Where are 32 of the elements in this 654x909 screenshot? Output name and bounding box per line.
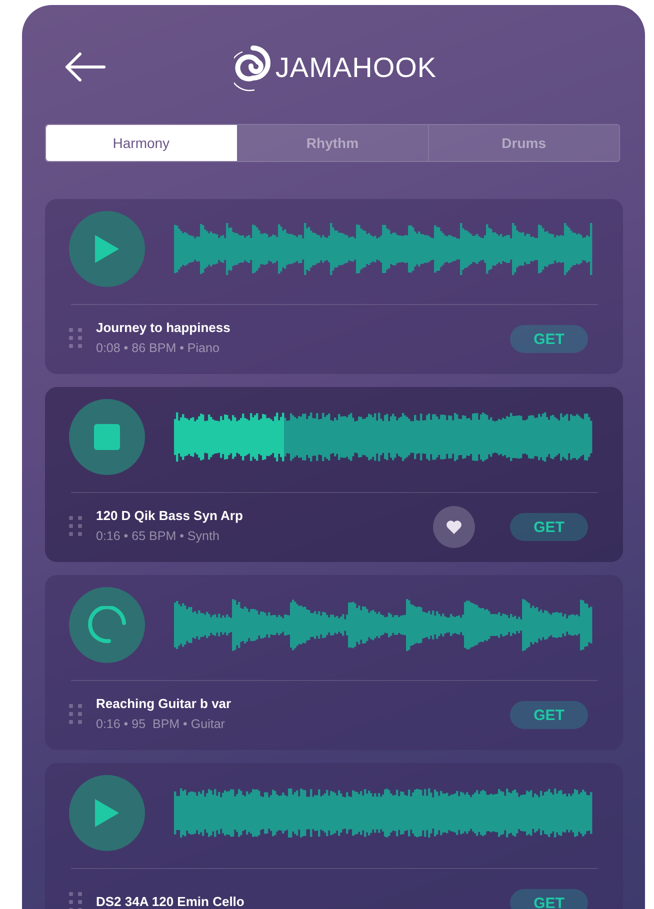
track-details: 0:16 • 65 BPM • Synth [96, 529, 220, 544]
category-tab[interactable]: Harmony [46, 125, 238, 161]
back-arrow-icon [64, 52, 106, 82]
waveform[interactable] [174, 223, 593, 275]
back-button[interactable] [63, 50, 107, 84]
drag-handle-icon[interactable] [69, 704, 83, 726]
waveform[interactable] [174, 599, 593, 651]
get-button[interactable]: GET [510, 889, 588, 909]
stop-icon [94, 424, 120, 450]
waveform[interactable] [174, 787, 593, 839]
track-title: Journey to happiness [96, 320, 232, 336]
track-title: 120 D Qik Bass Syn Arp [96, 508, 244, 524]
play-icon [95, 799, 119, 827]
category-tab[interactable]: Rhythm [237, 125, 429, 161]
track-title: Reaching Guitar b var [96, 696, 232, 712]
spiral-logo-icon [234, 44, 272, 92]
drag-handle-icon[interactable] [69, 892, 83, 909]
waveform[interactable] [174, 411, 593, 463]
get-button[interactable]: GET [510, 513, 588, 542]
logo-text: JAMAHOOK [275, 54, 437, 82]
track-title: DS2 34A 120 Emin Cello [96, 894, 246, 909]
drag-handle-icon[interactable] [69, 516, 83, 538]
loading-spinner-icon [88, 606, 126, 644]
track-details: 0:16 • 95 BPM • Guitar [96, 717, 226, 732]
get-button[interactable]: GET [510, 701, 588, 730]
track-details: 0:08 • 86 BPM • Piano [96, 341, 220, 356]
get-button[interactable]: GET [510, 325, 588, 354]
category-tab[interactable]: Drums [428, 125, 619, 161]
drag-handle-icon[interactable] [69, 328, 83, 350]
heart-icon [446, 520, 462, 534]
play-icon [95, 235, 119, 263]
favorite-button[interactable] [433, 506, 475, 548]
